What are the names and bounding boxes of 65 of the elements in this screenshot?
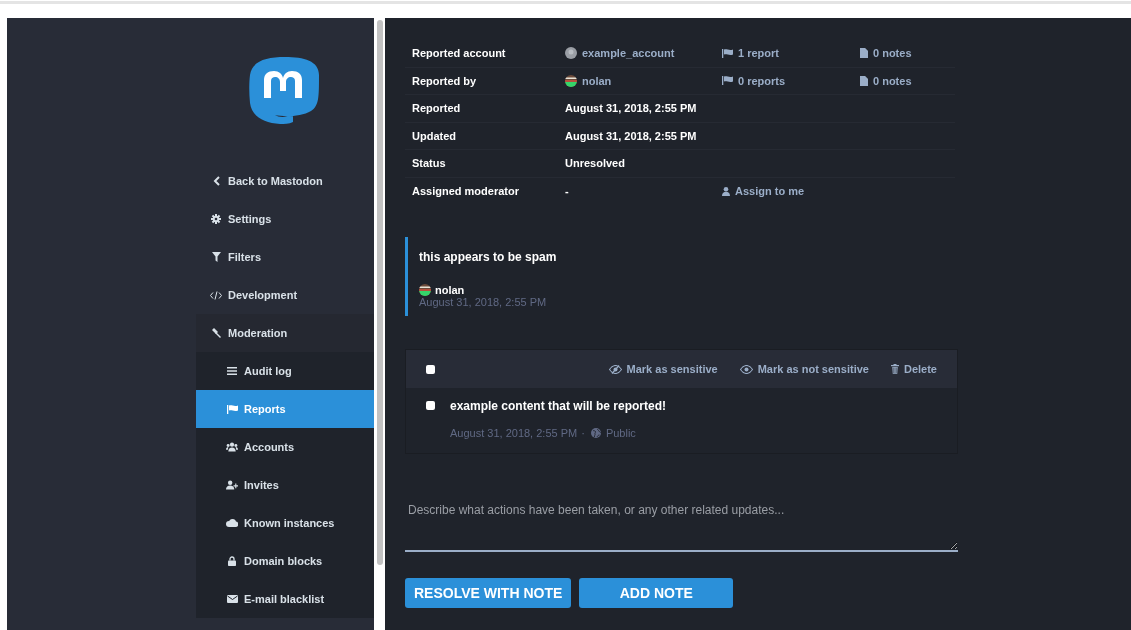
field-label: Reported by [412, 74, 478, 87]
select-all-checkbox[interactable] [426, 364, 435, 374]
field-value: August 31, 2018, 2:55 PM [565, 129, 697, 142]
cloud-icon [226, 519, 238, 527]
account-link[interactable]: nolan [582, 74, 612, 87]
status-checkbox[interactable] [426, 401, 435, 410]
note-field[interactable]: Describe what actions have been taken, or any other related updates... [405, 489, 958, 552]
field-value: August 31, 2018, 2:55 PM [565, 102, 697, 115]
flag-icon [722, 76, 733, 86]
gavel-icon [211, 328, 221, 338]
author-link[interactable]: nolan [435, 284, 465, 296]
avatar-icon [565, 74, 577, 87]
separator: · [581, 427, 585, 439]
field-label: Reported account [412, 47, 507, 60]
sidebar-item[interactable]: Moderation [196, 314, 374, 352]
visibility-label: Public [590, 427, 636, 439]
field-label: Updated [412, 129, 457, 142]
field-value: Unresolved [565, 157, 625, 170]
sidebar-item[interactable]: Known instances [196, 504, 374, 542]
field-label: Reported [412, 102, 462, 115]
chevron-left-icon [212, 176, 220, 186]
report-comment: this appears to be spam [419, 250, 558, 264]
field-value: - [565, 185, 569, 198]
avatar-icon [419, 284, 431, 296]
sidebar-item[interactable]: Settings [196, 200, 374, 238]
globe-icon [590, 428, 601, 438]
user-plus-icon [226, 480, 238, 490]
notes-link[interactable]: 0 notes [860, 74, 912, 87]
flag-icon [226, 404, 238, 414]
sidebar-item[interactable]: E-mail blacklist [196, 580, 374, 618]
sidebar-item[interactable]: Domain blocks [196, 542, 374, 580]
flag-icon [722, 48, 733, 58]
document-icon [860, 75, 868, 86]
settings-icon [211, 214, 221, 224]
sidebar-item[interactable]: Development [196, 276, 374, 314]
account-link[interactable]: example_account [582, 47, 675, 60]
avatar-icon [565, 47, 577, 60]
code-icon [210, 290, 222, 300]
action-link[interactable]: Delete [890, 363, 937, 375]
lock-icon [228, 556, 236, 566]
document-icon [860, 48, 868, 59]
timestamp: August 31, 2018, 2:55 PM [419, 296, 548, 308]
list-icon [227, 367, 237, 375]
eye-icon [739, 364, 753, 374]
eye-slash-icon [608, 364, 622, 374]
notes-link[interactable]: 0 notes [860, 47, 912, 60]
sidebar-item[interactable]: Filters [196, 238, 374, 276]
action-link[interactable]: Mark as not sensitive [739, 363, 869, 375]
reports-link[interactable]: 0 reports [722, 74, 786, 87]
user-icon [722, 186, 730, 196]
users-icon [226, 442, 238, 452]
assign-link[interactable]: Assign to me [722, 185, 805, 198]
sidebar-item[interactable]: Audit log [196, 352, 374, 390]
sidebar-item[interactable]: Back to Mastodon [196, 162, 374, 200]
filter-icon [211, 252, 221, 262]
sidebar-item[interactable]: Invites [196, 466, 374, 504]
scrollbar-thumb[interactable] [377, 20, 383, 565]
envelope-icon [226, 595, 238, 603]
sidebar-item[interactable]: Accounts [196, 428, 374, 466]
action-link[interactable]: Mark as sensitive [608, 363, 718, 375]
reports-link[interactable]: 1 report [722, 47, 779, 60]
field-label: Assigned moderator [412, 185, 520, 198]
field-label: Status [412, 157, 447, 170]
status-content: example content that will be reported! [450, 399, 667, 413]
trash-icon [890, 364, 899, 374]
